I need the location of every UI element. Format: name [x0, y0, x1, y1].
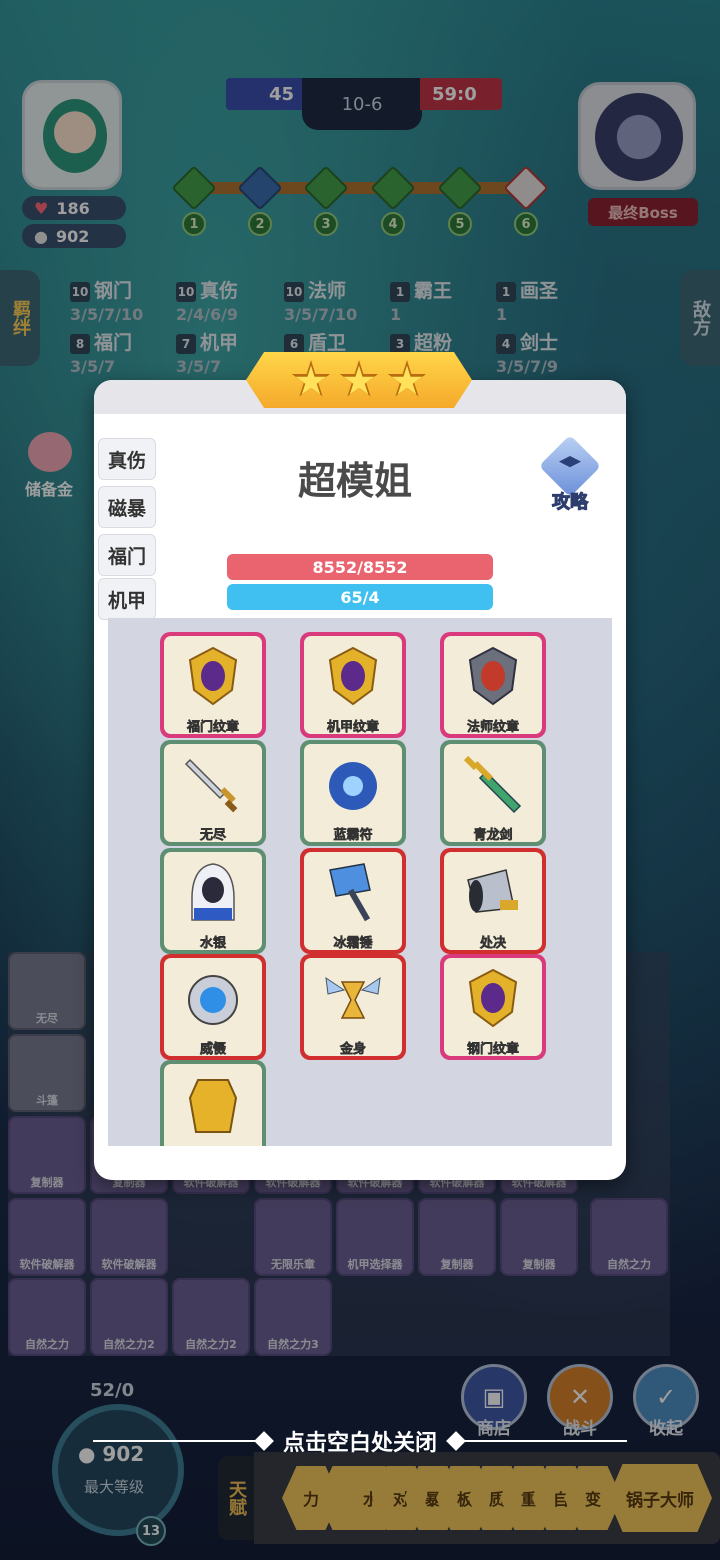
hint-divider-left	[92, 1431, 274, 1451]
star-rating-banner	[246, 352, 472, 408]
item-slot[interactable]: 青龙剑	[440, 740, 546, 846]
hero-hp-bar: 8552/8552	[227, 554, 493, 580]
hero-mana-bar: 65/4	[227, 584, 493, 610]
item-slot[interactable]: 福门纹章	[160, 632, 266, 738]
equipment-panel: 福门纹章 机甲纹章 法师纹章 无尽 蓝霸符 青龙剑 水银 冰霜锤 处决 威慑 金…	[108, 618, 612, 1146]
hero-trait-tab[interactable]: 真伤	[98, 438, 156, 480]
item-slot[interactable]: 处决	[440, 848, 546, 954]
item-slot[interactable]: 法师纹章	[440, 632, 546, 738]
golden-armor-icon	[188, 1079, 238, 1133]
star-icon	[339, 360, 379, 397]
star-icon	[387, 360, 427, 397]
item-slot[interactable]: 威慑	[160, 954, 266, 1060]
hero-trait-tab[interactable]: 磁暴	[98, 486, 156, 528]
blue-orb-icon	[329, 762, 377, 810]
close-hint[interactable]: 点击空白处关闭	[0, 1424, 720, 1458]
hero-name: 超模姐	[297, 459, 412, 503]
emblem-icon	[188, 646, 238, 706]
item-slot[interactable]: 金身	[300, 954, 406, 1060]
item-slot[interactable]: 钢门纹章	[440, 954, 546, 1060]
hero-trait-tab[interactable]: 机甲	[98, 578, 156, 620]
hooded-cloak-icon	[191, 863, 235, 921]
hint-divider-right	[446, 1431, 627, 1451]
guide-button[interactable]: 攻略	[538, 434, 602, 514]
emblem-icon	[328, 646, 378, 706]
star-icon	[291, 360, 331, 397]
item-slot[interactable]	[160, 1060, 266, 1146]
green-sword-icon	[464, 755, 522, 814]
sword-icon	[184, 758, 238, 813]
hourglass-icon	[325, 976, 381, 1019]
shield-ring-icon	[188, 975, 238, 1025]
item-slot[interactable]: 无尽	[160, 740, 266, 846]
cannon-icon	[467, 869, 518, 913]
item-slot[interactable]: 机甲纹章	[300, 632, 406, 738]
emblem-icon	[468, 646, 518, 706]
item-slot[interactable]: 蓝霸符	[300, 740, 406, 846]
emblem-icon	[468, 968, 518, 1028]
hero-trait-tab[interactable]: 福门	[98, 534, 156, 576]
item-slot[interactable]: 冰霜锤	[300, 848, 406, 954]
ice-hammer-icon	[329, 863, 371, 922]
item-slot[interactable]: 水银	[160, 848, 266, 954]
